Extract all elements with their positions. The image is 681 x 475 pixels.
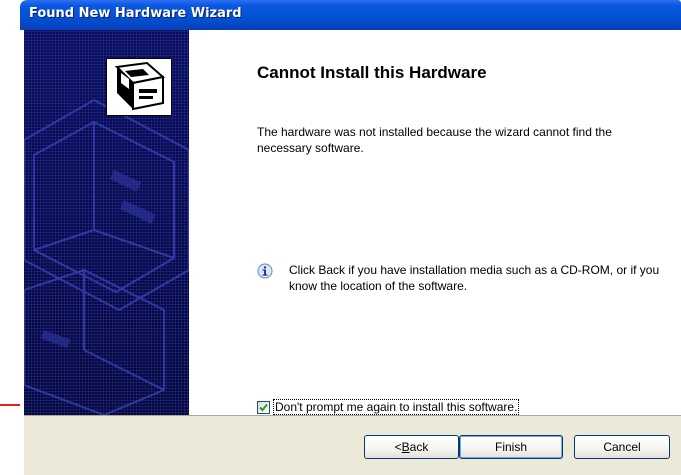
dont-prompt-checkbox[interactable]: [257, 400, 270, 414]
button-bar: < Back Finish Cancel: [24, 415, 681, 475]
cancel-button[interactable]: Cancel: [574, 435, 670, 459]
title-bar[interactable]: Found New Hardware Wizard: [20, 0, 681, 30]
wizard-side-panel: [24, 30, 189, 415]
page-title: Cannot Install this Hardware: [257, 63, 487, 82]
wizard-window: Found New Hardware Wizard Cannot Install…: [20, 0, 681, 475]
back-button[interactable]: < Back: [364, 435, 459, 459]
description-text: The hardware was not installed because t…: [257, 125, 612, 155]
info-icon: [257, 263, 273, 279]
back-button-mnemonic: B: [401, 440, 410, 454]
checkmark-icon: [259, 403, 268, 411]
back-button-rest: ack: [409, 440, 429, 454]
window-title: Found New Hardware Wizard: [29, 6, 242, 21]
dont-prompt-label[interactable]: Don't prompt me again to install this so…: [273, 399, 520, 415]
hardware-icon: [106, 58, 172, 116]
dont-prompt-option[interactable]: Don't prompt me again to install this so…: [257, 399, 520, 415]
info-text: Click Back if you have installation medi…: [289, 263, 660, 293]
finish-button[interactable]: Finish: [459, 435, 563, 459]
wizard-body: Cannot Install this Hardware The hardwar…: [24, 30, 681, 475]
back-button-prefix: <: [394, 440, 402, 454]
wizard-content: Cannot Install this Hardware The hardwar…: [189, 30, 681, 415]
